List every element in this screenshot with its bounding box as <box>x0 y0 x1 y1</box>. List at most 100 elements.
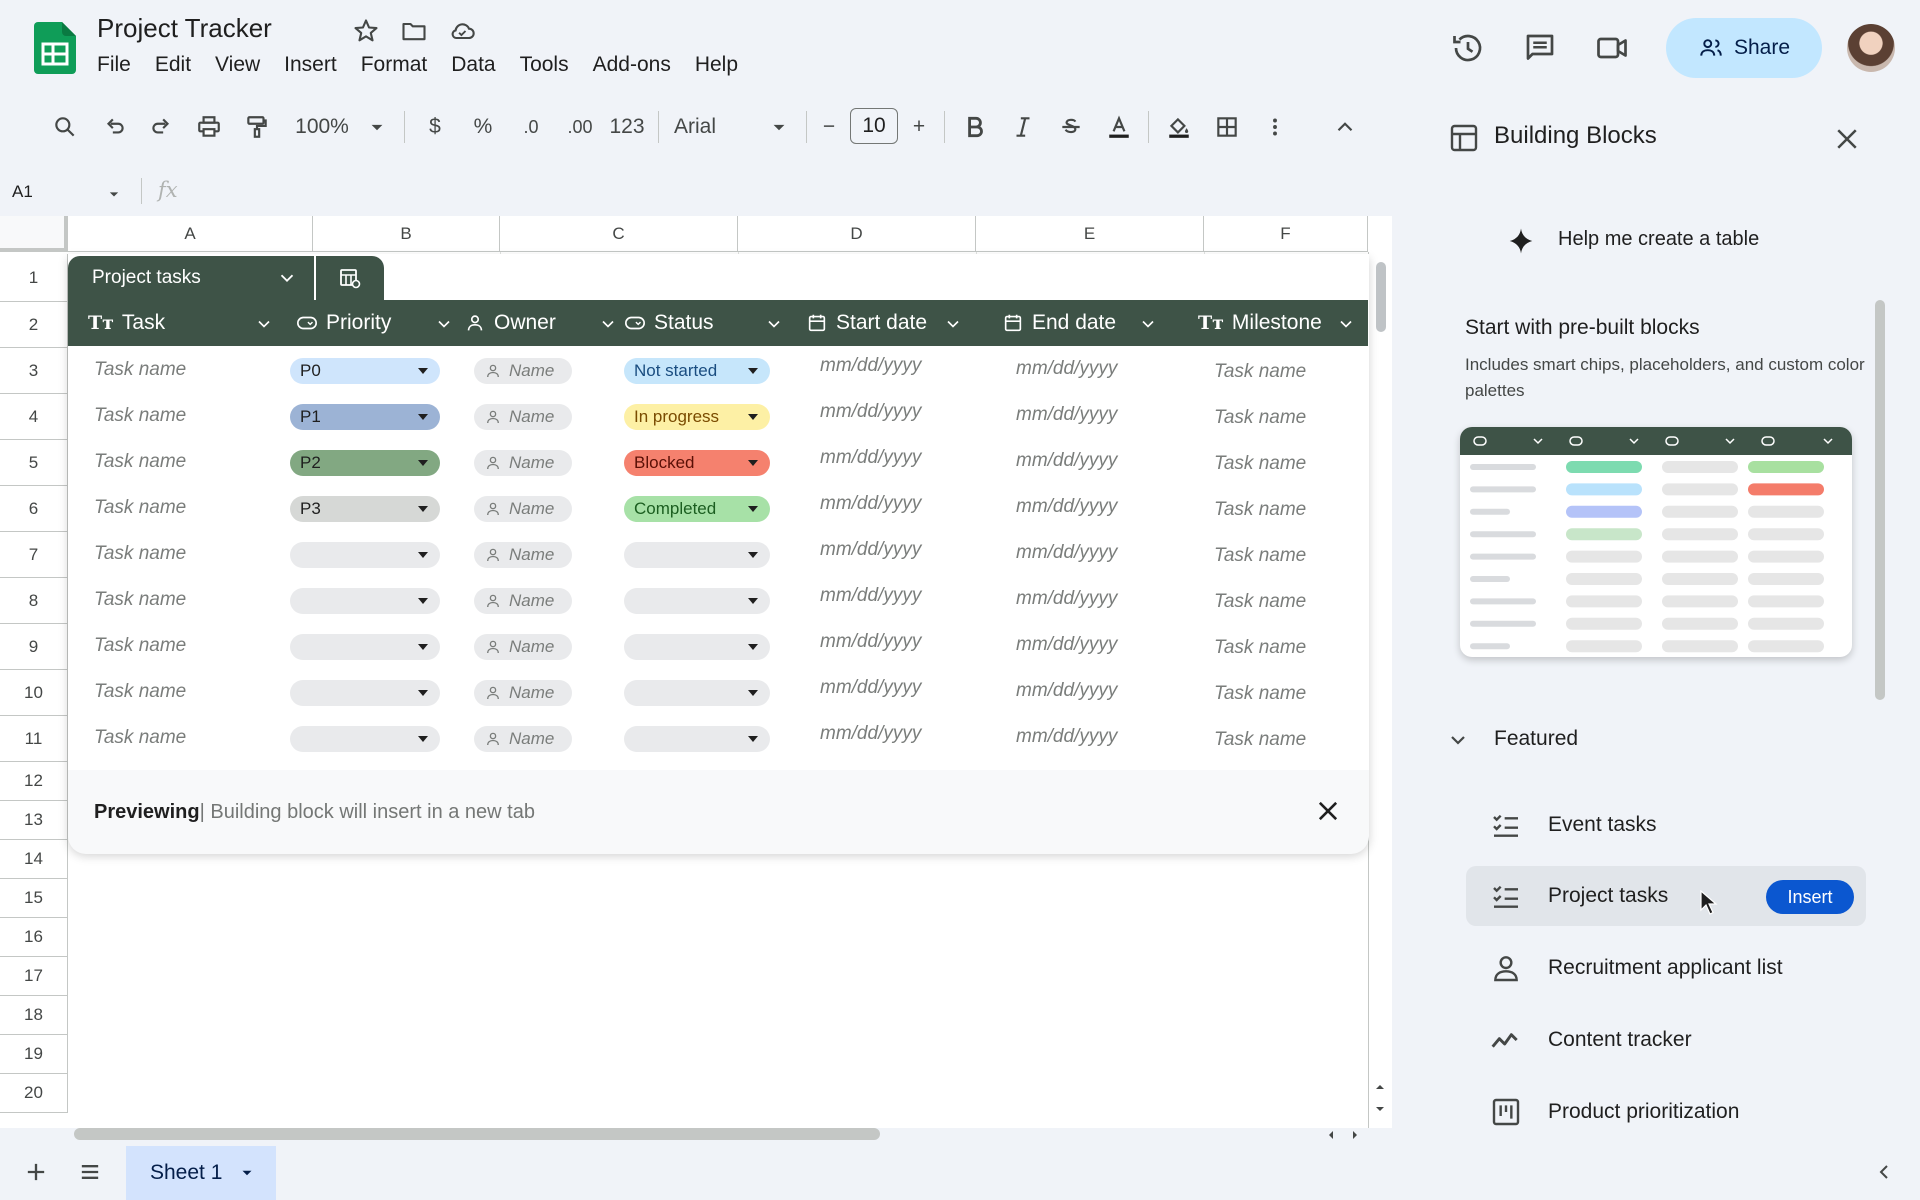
owner-chip[interactable]: Name <box>474 680 572 706</box>
table-name-chip[interactable]: Project tasks <box>68 256 314 300</box>
document-title[interactable]: Project Tracker <box>97 13 272 44</box>
vertical-scrollbar[interactable] <box>1376 262 1386 332</box>
percent-format-button[interactable]: % <box>468 112 498 142</box>
row-header[interactable]: 4 <box>0 394 68 440</box>
priority-chip[interactable] <box>290 588 440 614</box>
search-icon[interactable] <box>50 112 80 142</box>
chevron-down-icon[interactable] <box>254 314 274 334</box>
column-header-f[interactable]: F <box>1204 216 1368 252</box>
row-header[interactable]: 20 <box>0 1074 68 1113</box>
font-size-input[interactable]: 10 <box>850 108 898 144</box>
bold-icon[interactable] <box>960 112 990 142</box>
priority-chip[interactable] <box>290 634 440 660</box>
start-date-cell[interactable]: mm/dd/yyyy <box>820 539 921 561</box>
status-chip[interactable] <box>624 680 770 706</box>
chevron-down-icon[interactable] <box>764 314 784 334</box>
row-header[interactable]: 16 <box>0 918 68 957</box>
chevron-down-icon[interactable] <box>598 314 618 334</box>
print-icon[interactable] <box>194 112 224 142</box>
milestone-cell[interactable]: Task name <box>1214 407 1306 429</box>
comments-icon[interactable] <box>1522 30 1558 66</box>
start-date-cell[interactable]: mm/dd/yyyy <box>820 677 921 699</box>
header-owner[interactable]: Owner <box>464 300 556 346</box>
menu-edit[interactable]: Edit <box>143 53 203 77</box>
row-header[interactable]: 6 <box>0 486 68 532</box>
expand-side-panel-icon[interactable] <box>1872 1160 1896 1184</box>
chevron-down-icon[interactable] <box>434 314 454 334</box>
close-panel-icon[interactable] <box>1832 124 1862 154</box>
task-cell[interactable]: Task name <box>94 681 186 703</box>
owner-chip[interactable]: Name <box>474 496 572 522</box>
scroll-right-icon[interactable] <box>1348 1128 1362 1142</box>
table-options-button[interactable] <box>316 256 384 300</box>
currency-format-button[interactable]: $ <box>420 112 450 142</box>
owner-chip[interactable]: Name <box>474 588 572 614</box>
collapse-toolbar-icon[interactable] <box>1330 112 1360 142</box>
scroll-down-icon[interactable] <box>1372 1102 1388 1116</box>
row-header[interactable]: 7 <box>0 532 68 578</box>
milestone-cell[interactable]: Task name <box>1214 683 1306 705</box>
milestone-cell[interactable]: Task name <box>1214 453 1306 475</box>
chevron-down-icon[interactable] <box>1336 314 1356 334</box>
end-date-cell[interactable]: mm/dd/yyyy <box>1016 726 1117 748</box>
font-size-increase-button[interactable]: + <box>906 112 932 142</box>
font-select[interactable]: Arial <box>674 112 754 142</box>
row-header[interactable]: 8 <box>0 578 68 624</box>
row-header[interactable]: 14 <box>0 840 68 879</box>
row-header[interactable]: 5 <box>0 440 68 486</box>
status-chip[interactable]: In progress <box>624 404 770 430</box>
priority-chip[interactable]: P0 <box>290 358 440 384</box>
undo-icon[interactable] <box>100 112 130 142</box>
version-history-icon[interactable] <box>1450 30 1486 66</box>
status-chip[interactable]: Not started <box>624 358 770 384</box>
decrease-decimal-button[interactable]: .0 <box>514 112 548 142</box>
row-header[interactable]: 10 <box>0 670 68 716</box>
menu-tools[interactable]: Tools <box>508 53 581 77</box>
chevron-down-icon[interactable] <box>943 314 963 334</box>
text-color-icon[interactable] <box>1104 112 1134 142</box>
fill-color-icon[interactable] <box>1164 112 1194 142</box>
task-cell[interactable]: Task name <box>94 543 186 565</box>
milestone-cell[interactable]: Task name <box>1214 637 1306 659</box>
user-avatar[interactable] <box>1847 24 1895 72</box>
status-chip[interactable] <box>624 726 770 752</box>
start-date-cell[interactable]: mm/dd/yyyy <box>820 585 921 607</box>
help-me-create-table-link[interactable]: Help me create a table <box>1558 228 1759 251</box>
end-date-cell[interactable]: mm/dd/yyyy <box>1016 588 1117 610</box>
column-header-e[interactable]: E <box>976 216 1204 252</box>
priority-chip[interactable] <box>290 542 440 568</box>
chevron-down-icon[interactable] <box>1138 314 1158 334</box>
row-header[interactable]: 2 <box>0 302 68 348</box>
task-cell[interactable]: Task name <box>94 635 186 657</box>
milestone-cell[interactable]: Task name <box>1214 361 1306 383</box>
header-task[interactable]: Tт Task <box>88 300 165 346</box>
priority-chip[interactable] <box>290 680 440 706</box>
row-header[interactable]: 13 <box>0 801 68 840</box>
row-header[interactable]: 18 <box>0 996 68 1035</box>
redo-icon[interactable] <box>146 112 176 142</box>
more-options-icon[interactable] <box>1260 112 1290 142</box>
milestone-cell[interactable]: Task name <box>1214 729 1306 751</box>
milestone-cell[interactable]: Task name <box>1214 545 1306 567</box>
row-header[interactable]: 1 <box>0 254 68 302</box>
zoom-select[interactable]: 100% <box>290 112 354 142</box>
menu-help[interactable]: Help <box>683 53 750 77</box>
status-chip[interactable]: Completed <box>624 496 770 522</box>
status-chip[interactable] <box>624 542 770 568</box>
status-chip[interactable]: Blocked <box>624 450 770 476</box>
sheets-logo-icon[interactable] <box>34 22 76 74</box>
share-button[interactable]: Share <box>1666 18 1822 78</box>
row-header[interactable]: 12 <box>0 762 68 801</box>
scroll-up-icon[interactable] <box>1372 1080 1388 1094</box>
borders-icon[interactable] <box>1212 112 1242 142</box>
menu-file[interactable]: File <box>97 53 143 77</box>
row-header[interactable]: 3 <box>0 348 68 394</box>
column-header-b[interactable]: B <box>313 216 500 252</box>
status-chip[interactable] <box>624 634 770 660</box>
owner-chip[interactable]: Name <box>474 358 572 384</box>
end-date-cell[interactable]: mm/dd/yyyy <box>1016 542 1117 564</box>
end-date-cell[interactable]: mm/dd/yyyy <box>1016 404 1117 426</box>
all-sheets-icon[interactable] <box>76 1158 104 1186</box>
owner-chip[interactable]: Name <box>474 726 572 752</box>
strikethrough-icon[interactable] <box>1056 112 1086 142</box>
